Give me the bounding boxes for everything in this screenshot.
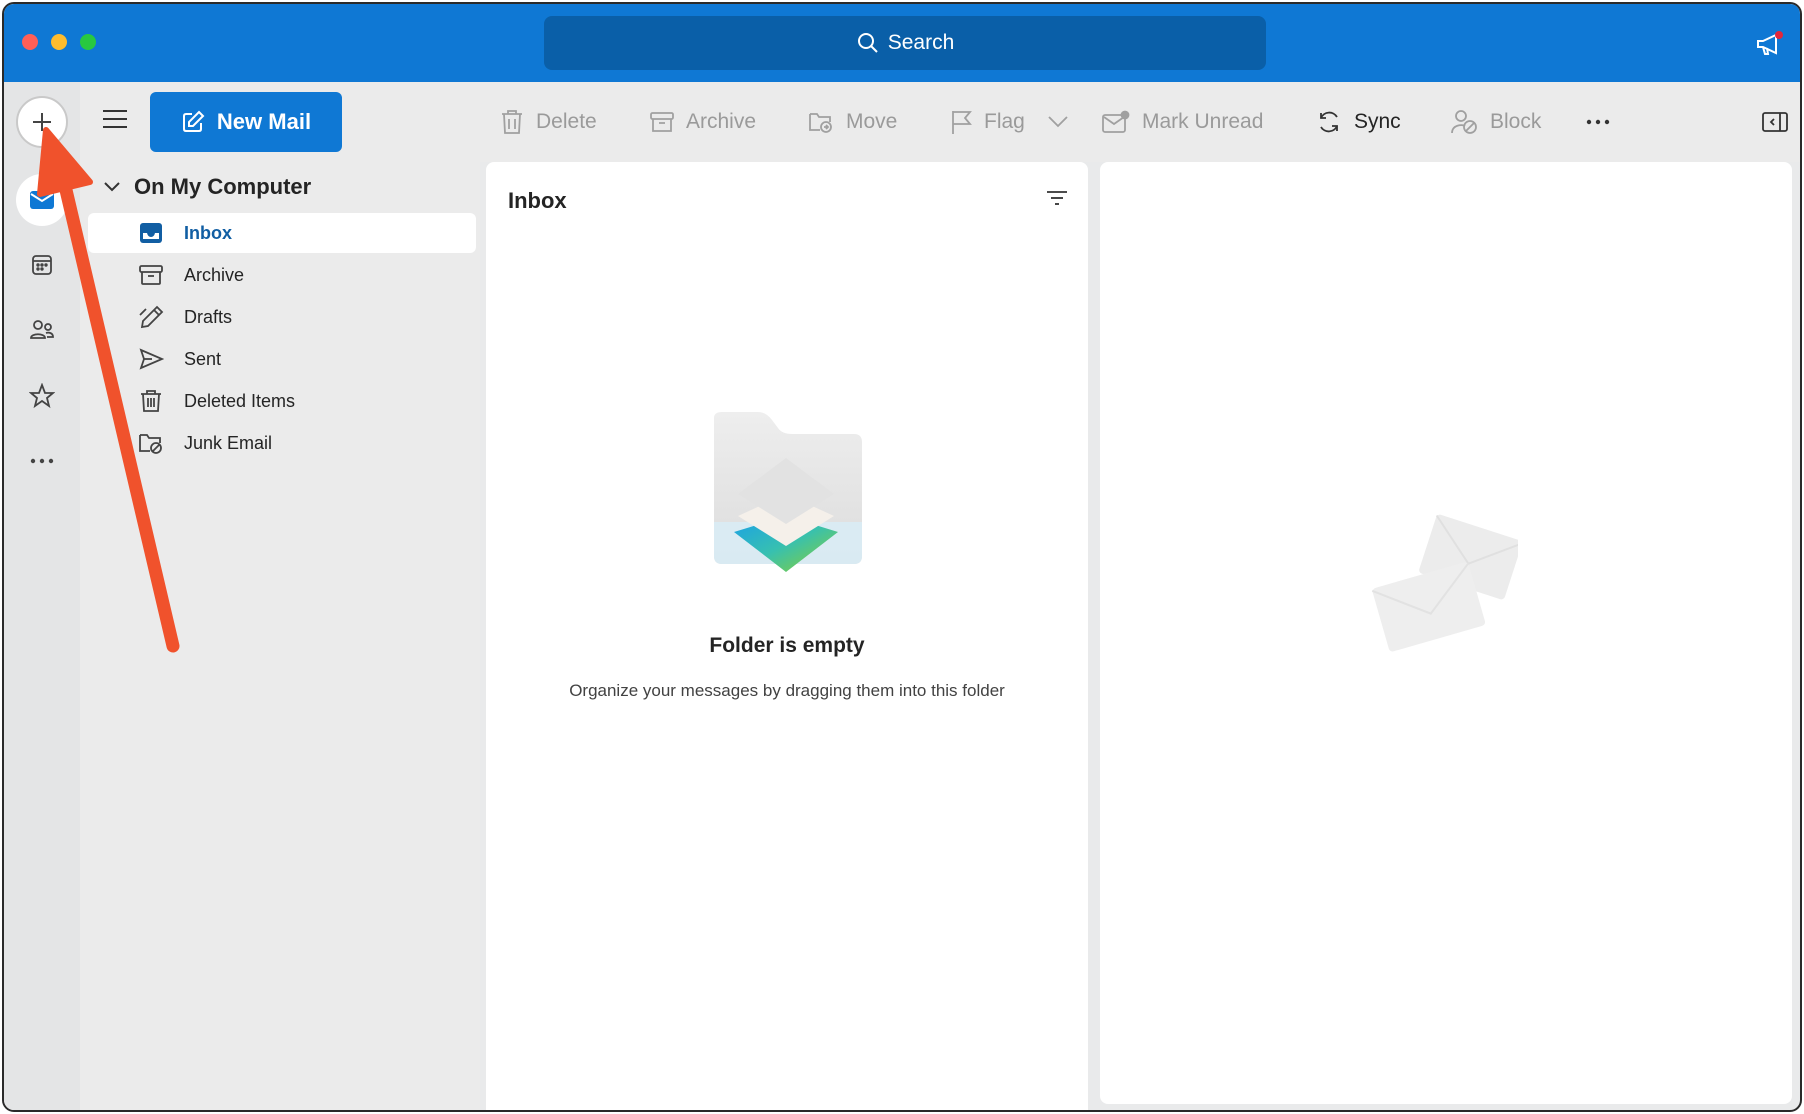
junk-icon (139, 434, 162, 454)
archive-label: Archive (686, 110, 757, 133)
megaphone-icon[interactable] (1754, 28, 1786, 60)
title-bar: Search (4, 4, 1800, 82)
search-icon (857, 33, 878, 53)
folder-item-junk-email[interactable]: Junk Email (88, 423, 476, 463)
outlook-window: Search New Mail On My Computer Inbox Arc… (2, 2, 1802, 1112)
add-account-button[interactable] (16, 96, 68, 148)
folder-list: Inbox Archive Drafts Sent Deleted Items … (88, 213, 476, 465)
flag-button[interactable]: Flag (950, 106, 1025, 138)
empty-folder-illustration (714, 412, 862, 572)
sync-button[interactable]: Sync (1316, 106, 1401, 138)
folder-label: Sent (184, 348, 222, 369)
new-mail-button[interactable]: New Mail (150, 92, 342, 152)
mark-unread-button[interactable]: Mark Unread (1102, 106, 1263, 138)
mail-app-button[interactable] (16, 174, 68, 226)
message-list-pane: Inbox Folder is empty Organize your mess… (486, 162, 1088, 1110)
folder-label: Archive (184, 264, 245, 285)
more-icon (1586, 119, 1610, 125)
folder-pane: New Mail On My Computer Inbox Archive Dr… (80, 82, 480, 1110)
message-list-title: Inbox (508, 188, 567, 213)
star-icon (29, 383, 55, 409)
delete-button[interactable]: Delete (500, 106, 597, 138)
block-label: Block (1490, 110, 1542, 133)
block-icon (1451, 110, 1477, 134)
flag-icon (952, 111, 972, 134)
inbox-icon (140, 223, 162, 243)
folder-label: Deleted Items (184, 390, 296, 411)
mail-icon (30, 191, 54, 209)
folder-item-drafts[interactable]: Drafts (88, 297, 476, 337)
delete-label: Delete (536, 110, 597, 133)
folder-item-archive[interactable]: Archive (88, 255, 476, 295)
mark-unread-icon (1102, 110, 1130, 133)
reading-pane (1100, 162, 1792, 1104)
folder-label: Junk Email (184, 432, 273, 453)
move-button[interactable]: Move (808, 106, 897, 138)
drafts-icon (139, 305, 164, 329)
trash-icon (141, 390, 161, 412)
flag-label: Flag (984, 110, 1025, 133)
toggle-reading-pane-button[interactable] (1762, 106, 1788, 138)
empty-state-subtitle: Organize your messages by dragging them … (569, 681, 1005, 700)
minimize-window-button[interactable] (51, 34, 67, 50)
move-folder-icon (809, 113, 832, 133)
search-bar[interactable]: Search (544, 16, 1266, 70)
block-button[interactable]: Block (1450, 106, 1541, 138)
chevron-down-icon (104, 182, 120, 192)
calendar-app-button[interactable] (16, 239, 68, 291)
close-window-button[interactable] (22, 34, 38, 50)
more-icon (30, 458, 54, 464)
archive-icon (139, 265, 163, 285)
sync-icon (1320, 111, 1338, 133)
flag-options-dropdown[interactable] (1048, 106, 1068, 138)
envelopes-illustration (1371, 514, 1518, 652)
mark-unread-label: Mark Unread (1142, 110, 1264, 133)
filter-icon[interactable] (1046, 190, 1068, 206)
compose-icon (182, 110, 205, 132)
more-apps-button[interactable] (16, 435, 68, 487)
folder-item-sent[interactable]: Sent (88, 339, 476, 379)
move-label: Move (846, 110, 898, 133)
folder-label: Inbox (184, 222, 232, 243)
sent-icon (139, 348, 164, 370)
chevron-down-icon (1048, 116, 1068, 128)
people-icon (30, 320, 54, 339)
panel-toggle-icon (1762, 112, 1788, 132)
trash-icon (502, 110, 522, 134)
account-header[interactable]: On My Computer (104, 174, 311, 200)
app-rail (4, 82, 80, 1110)
folder-item-deleted-items[interactable]: Deleted Items (88, 381, 476, 421)
archive-icon (650, 112, 674, 132)
folder-label: Drafts (184, 306, 233, 327)
favorites-app-button[interactable] (16, 370, 68, 422)
zoom-window-button[interactable] (80, 34, 96, 50)
people-app-button[interactable] (16, 304, 68, 356)
plus-icon (33, 113, 51, 131)
archive-button[interactable]: Archive (650, 106, 756, 138)
command-bar: Delete Archive Move Flag Mark Unread Syn… (480, 82, 1800, 162)
new-mail-label: New Mail (216, 109, 312, 134)
calendar-icon (32, 255, 52, 275)
more-actions-button[interactable] (1586, 106, 1610, 138)
search-label: Search (887, 31, 955, 54)
hamburger-menu-icon[interactable] (102, 108, 128, 130)
account-label: On My Computer (134, 174, 312, 199)
folder-item-inbox[interactable]: Inbox (88, 213, 476, 253)
sync-label: Sync (1354, 110, 1401, 133)
empty-state-title: Folder is empty (709, 634, 865, 657)
